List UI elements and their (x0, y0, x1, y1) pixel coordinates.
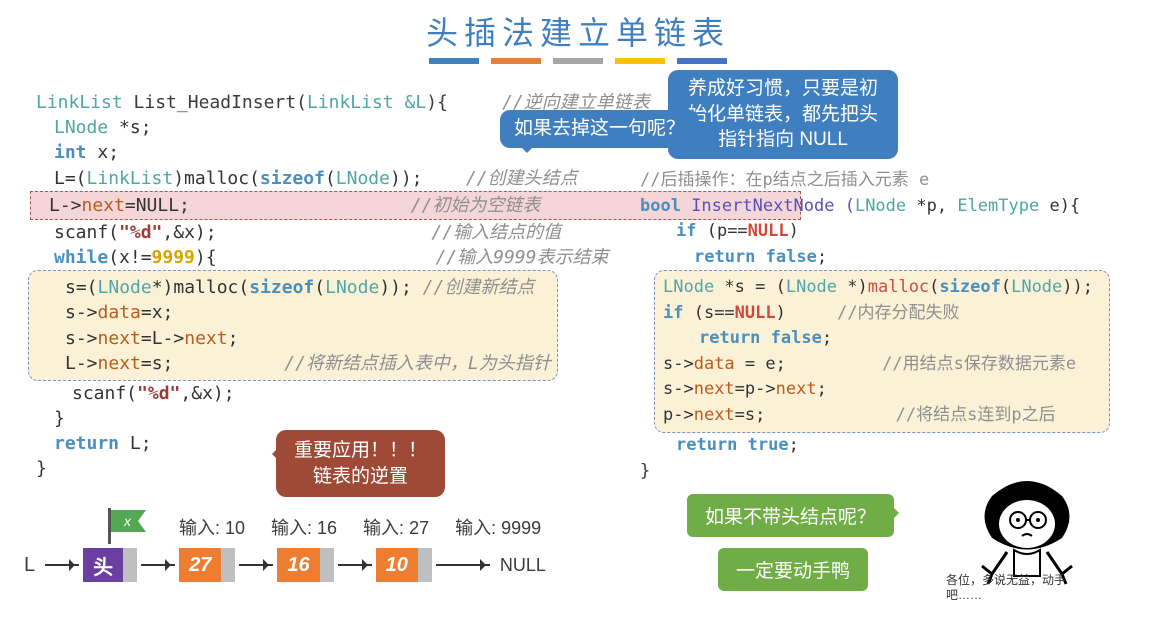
head-node: 头 (83, 548, 137, 582)
list-node: 10 (376, 548, 432, 582)
cartoon-figure: 各位，多说无益，动手 吧…… (942, 476, 1112, 606)
input-2: 输入: 16 (271, 514, 337, 540)
arrow-icon (239, 564, 273, 566)
arrow-icon (338, 564, 372, 566)
arrow-icon (141, 564, 175, 566)
list-node: 16 (277, 548, 333, 582)
title-underline-bars (0, 58, 1156, 64)
input-1: 输入: 10 (179, 514, 245, 540)
tip-try-yourself: 一定要动手鸭 (718, 548, 868, 591)
question-no-head: 如果不带头结点呢？ (687, 494, 894, 537)
L-label: L (24, 554, 35, 577)
input-3: 输入: 27 (363, 514, 429, 540)
code-insert-next: //后插操作：在p结点之后插入元素 e bool InsertNextNode … (640, 168, 1110, 484)
cartoon-caption: 各位，多说无益，动手 吧…… (946, 573, 1066, 604)
null-label: NULL (500, 555, 546, 576)
svg-text:x: x (123, 513, 132, 529)
arrow-icon (45, 564, 79, 566)
arrow-icon (436, 564, 490, 566)
tip-reverse: 重要应用！！！ 链表的逆置 (276, 430, 445, 497)
list-node: 27 (179, 548, 235, 582)
input-4: 输入: 9999 (455, 514, 541, 540)
page-title: 头插法建立单链表 (0, 8, 1156, 54)
flag-icon: x (102, 508, 152, 544)
